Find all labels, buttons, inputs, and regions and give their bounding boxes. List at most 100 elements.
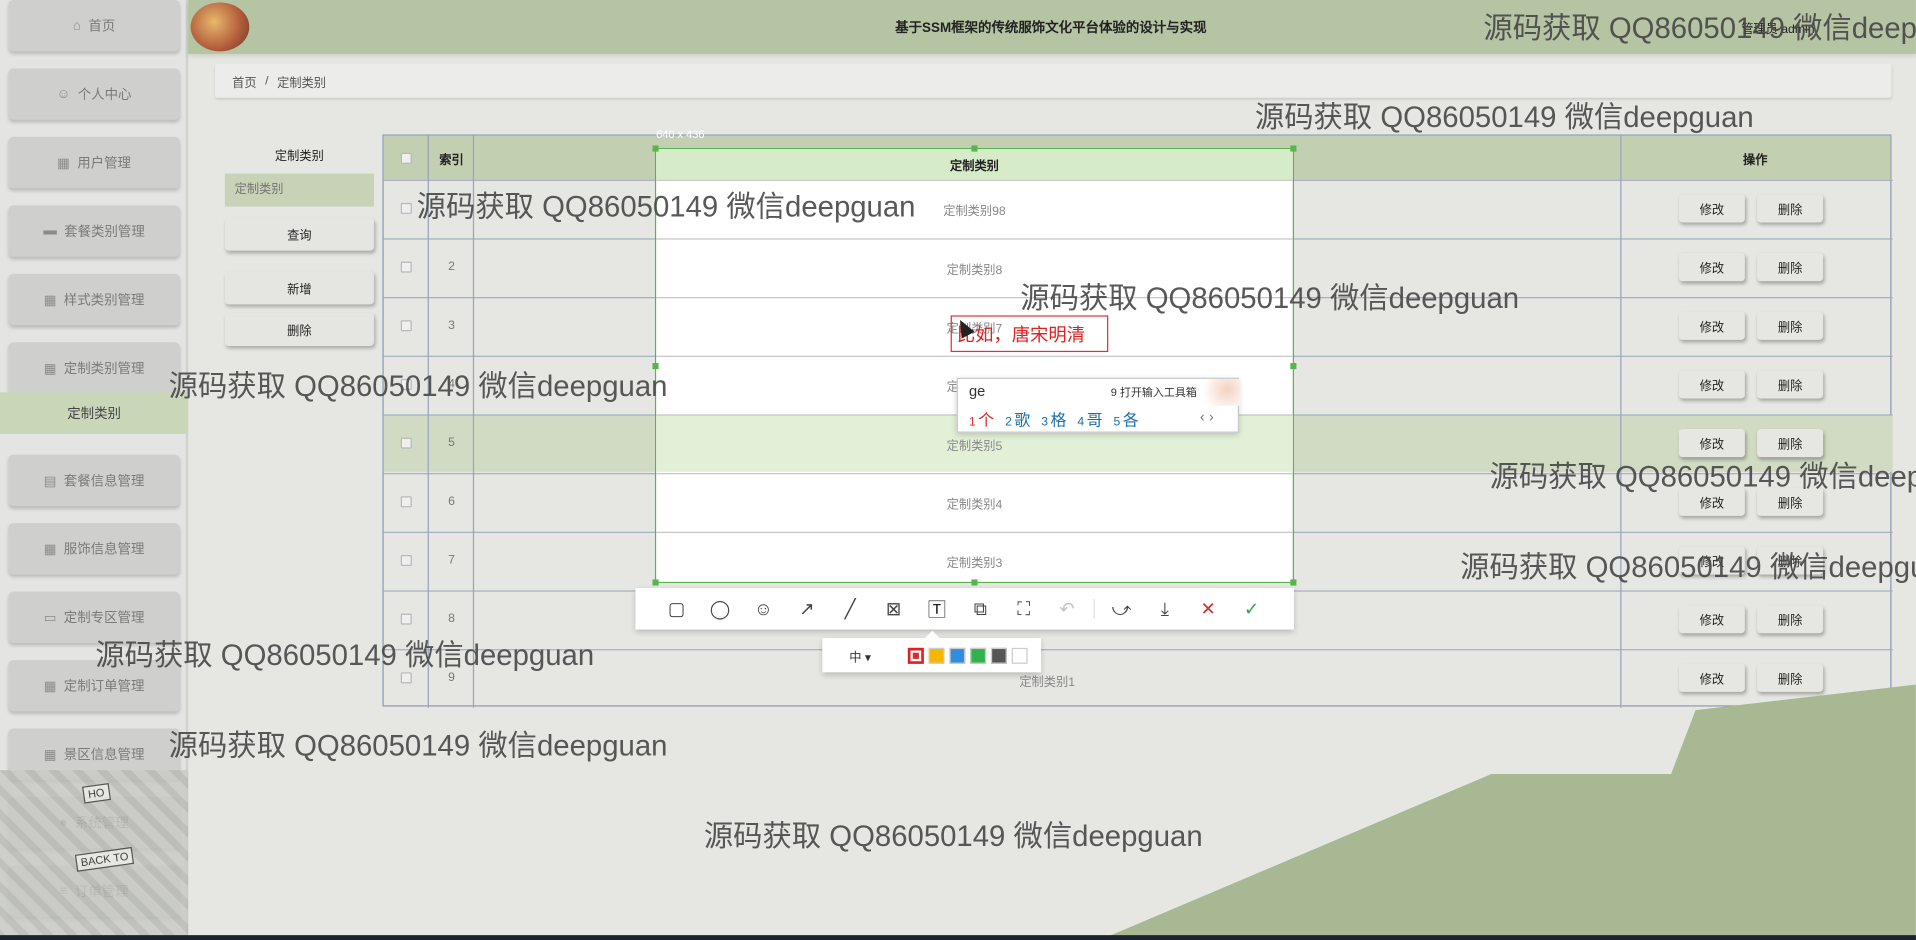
watermark-text: 源码获取 QQ86050149 微信deepguan	[1483, 12, 1916, 46]
row-category: 定制类别1	[1019, 675, 1076, 690]
sidebar-item[interactable]: ▦ 样式类别管理	[8, 273, 180, 326]
color-swatch[interactable]	[990, 647, 1007, 664]
font-size-select[interactable]: 中 ▾	[849, 646, 903, 664]
row-checkbox[interactable]	[400, 672, 412, 684]
sidebar-item-label: 定制订单管理	[63, 679, 145, 695]
breadcrumb-home[interactable]: 首页	[232, 72, 256, 89]
edit-button[interactable]: 修改	[1678, 194, 1745, 223]
sidebar-item[interactable]: ▤ 套餐信息管理	[8, 454, 180, 507]
row-index: 6	[448, 495, 455, 509]
emoji-icon[interactable]: ☺	[742, 588, 785, 630]
confirm-icon[interactable]: ✓	[1230, 588, 1273, 630]
ime-candidate[interactable]: 4哥	[1077, 407, 1102, 430]
sidebar-item[interactable]: ▬ 套餐类别管理	[8, 205, 180, 257]
resize-handle[interactable]	[1290, 145, 1297, 152]
color-swatch[interactable]	[970, 647, 987, 664]
select-all-checkbox[interactable]	[400, 152, 412, 164]
row-checkbox[interactable]	[400, 202, 412, 214]
delete-button[interactable]: 删除	[1757, 194, 1824, 223]
row-index: 2	[448, 260, 455, 274]
logo-image	[190, 2, 250, 52]
ime-candidate[interactable]: 2歌	[1005, 407, 1030, 430]
watermark-text: 源码获取 QQ86050149 微信deepguan	[1489, 460, 1915, 494]
ime-candidate[interactable]: 5各	[1114, 407, 1139, 430]
row-divider	[383, 649, 1893, 651]
resize-handle[interactable]	[1290, 363, 1297, 370]
sidebar-item-label: 个人中心	[77, 88, 132, 103]
copy-icon[interactable]: ⧉	[959, 588, 1002, 630]
mosaic-icon[interactable]: ⊠	[872, 588, 915, 630]
sidebar-item[interactable]: ▦ 用户管理	[8, 136, 180, 189]
watermark-text: 源码获取 QQ86050149 微信deepguan	[1460, 551, 1916, 585]
undo-icon[interactable]: ↶	[1045, 588, 1088, 630]
resize-handle[interactable]	[652, 145, 659, 152]
delete-button[interactable]: 删除	[1757, 605, 1824, 634]
row-index: 8	[448, 612, 455, 626]
row-index: 3	[448, 319, 455, 333]
sidebar-item[interactable]: ☺ 个人中心	[8, 68, 180, 120]
batch-delete-button[interactable]: 删除	[224, 312, 374, 346]
edit-button[interactable]: 修改	[1678, 370, 1745, 399]
grid-icon: ▦	[43, 361, 57, 376]
ime-composition: ge	[968, 382, 986, 400]
color-swatch[interactable]	[949, 647, 966, 664]
ime-page-nav[interactable]: ‹ ›	[1200, 408, 1214, 425]
edit-button[interactable]: 修改	[1678, 311, 1745, 340]
line-icon[interactable]: ╱	[828, 588, 871, 630]
sidebar-item[interactable]: ⌂ 首页	[8, 0, 180, 52]
resize-handle[interactable]	[971, 145, 978, 152]
category-search-input[interactable]	[224, 173, 374, 207]
color-swatch[interactable]	[907, 647, 924, 664]
sidebar-item-label: 定制类别管理	[63, 361, 145, 377]
search-button[interactable]: 查询	[224, 217, 374, 251]
resize-handle[interactable]	[971, 579, 978, 586]
row-checkbox[interactable]	[400, 320, 412, 332]
delete-button[interactable]: 删除	[1757, 253, 1824, 282]
edit-button[interactable]: 修改	[1678, 253, 1745, 282]
rect-icon[interactable]: ▢	[655, 588, 698, 630]
color-swatch[interactable]	[928, 647, 945, 664]
delete-button[interactable]: 删除	[1757, 311, 1824, 340]
share-icon[interactable]: ⤻	[1100, 588, 1143, 630]
row-index: 7	[448, 553, 455, 568]
text-icon[interactable]: 🅃	[915, 588, 958, 630]
grid-icon: ▦	[43, 679, 57, 694]
toolbar-divider	[1093, 598, 1095, 619]
background-decor-shape	[1099, 684, 1916, 940]
sidebar-subitem-custom-category[interactable]: 定制类别	[0, 392, 189, 434]
index-header: 索引	[428, 135, 475, 180]
arrow-icon[interactable]: ↗	[785, 588, 828, 630]
sidebar-item-label: 用户管理	[77, 156, 131, 172]
add-button[interactable]: 新增	[224, 271, 374, 305]
delete-button[interactable]: 删除	[1757, 370, 1824, 399]
ime-candidate[interactable]: 3格	[1041, 407, 1066, 430]
ime-candidate[interactable]: 1个	[969, 407, 994, 430]
text-annotation-box[interactable]: 比如，唐宋明清	[950, 315, 1109, 353]
row-checkbox[interactable]	[400, 554, 412, 566]
circle-icon[interactable]: ◯	[698, 588, 741, 630]
edit-button[interactable]: 修改	[1678, 605, 1745, 634]
resize-handle[interactable]	[1290, 579, 1297, 586]
color-swatch[interactable]	[1011, 647, 1028, 664]
ocr-icon[interactable]: ⛶	[1002, 588, 1045, 630]
download-icon[interactable]: ⤓	[1143, 588, 1186, 630]
sidebar-item-label: 景区信息管理	[63, 748, 145, 763]
delete-button[interactable]: 删除	[1757, 663, 1824, 692]
edit-button[interactable]: 修改	[1678, 663, 1745, 692]
breadcrumb-current: 定制类别	[277, 76, 326, 90]
resize-handle[interactable]	[652, 579, 659, 586]
row-checkbox[interactable]	[400, 437, 412, 449]
sidebar-item[interactable]: ▦ 服饰信息管理	[8, 523, 180, 575]
row-checkbox[interactable]	[400, 613, 412, 625]
breadcrumb-separator: /	[265, 73, 269, 88]
clipboard-icon: ▤	[43, 473, 57, 489]
ime-toolbox-link[interactable]: 9 打开输入工具箱	[1111, 384, 1197, 400]
filter-label: 定制类别	[274, 150, 324, 164]
sidebar-item[interactable]: ▦ 定制类别管理	[8, 342, 180, 394]
watermark-text: 源码获取 QQ86050149 微信deepguan	[168, 370, 668, 404]
ime-skin-image	[1196, 378, 1241, 406]
row-checkbox[interactable]	[400, 496, 412, 508]
row-checkbox[interactable]	[400, 261, 412, 273]
cancel-icon[interactable]: ✕	[1186, 588, 1229, 630]
ime-candidate-number: 3	[1041, 415, 1049, 430]
